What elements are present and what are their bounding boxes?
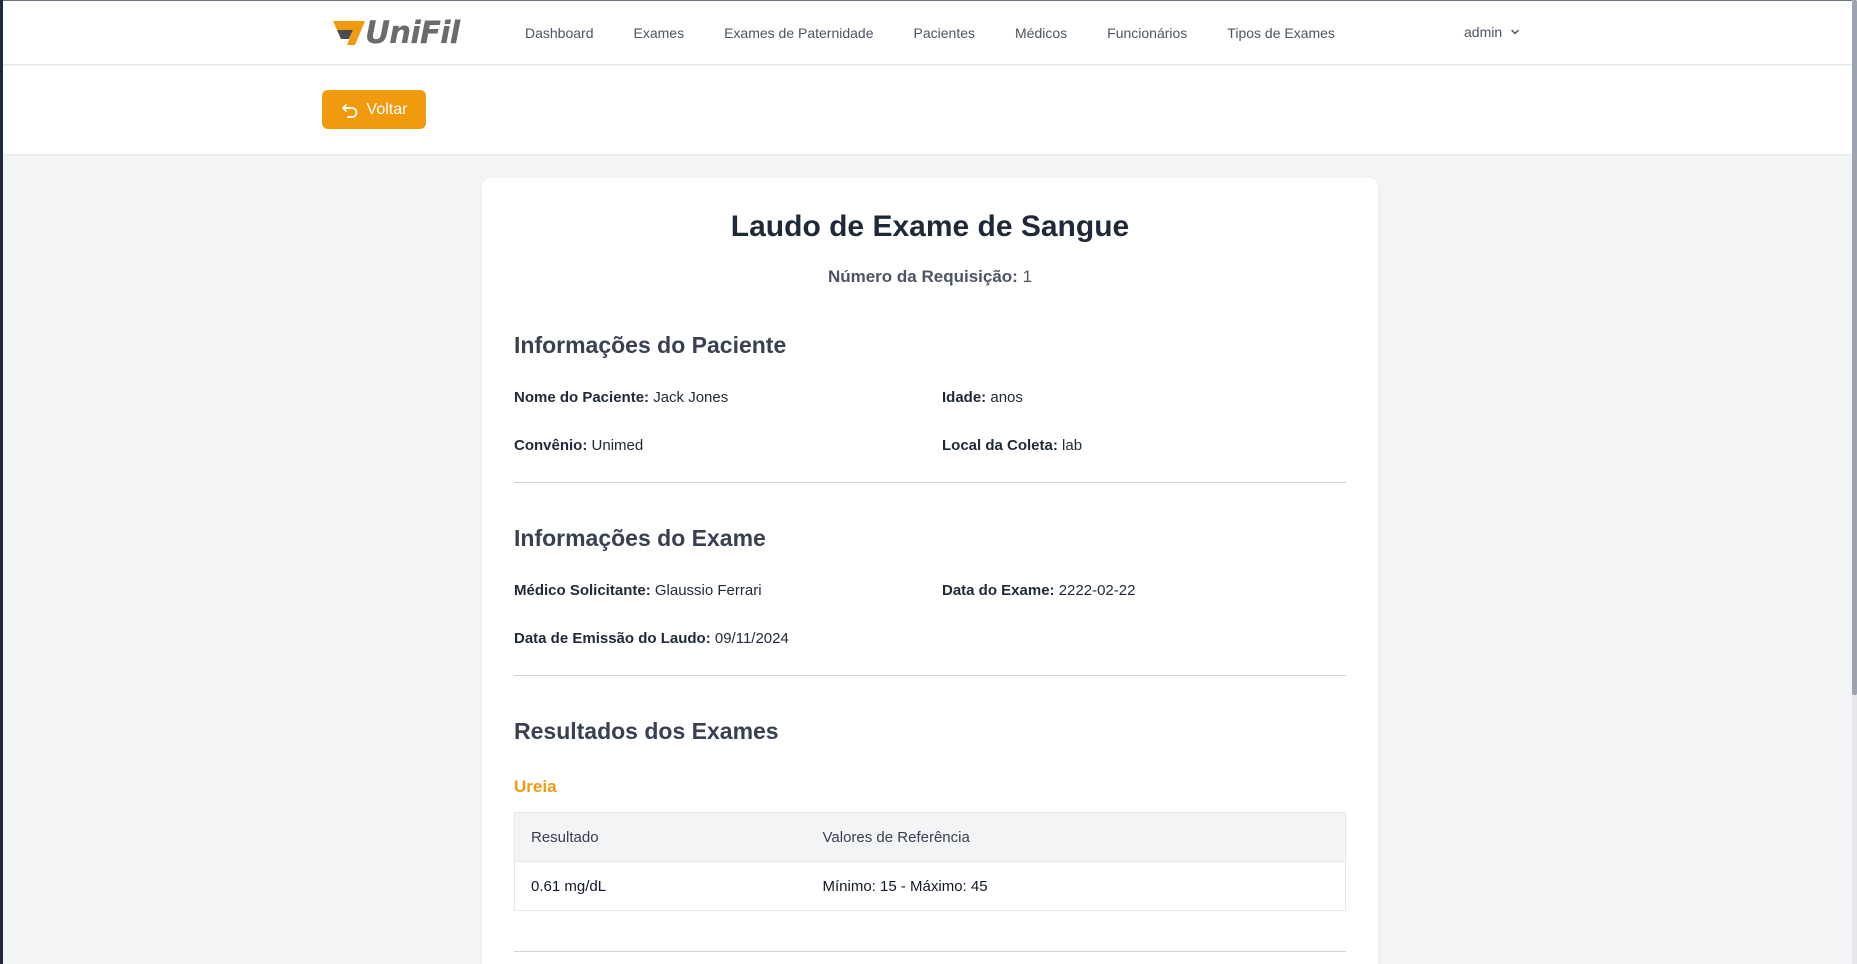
user-menu[interactable]: admin	[1464, 24, 1520, 40]
back-button[interactable]: Voltar	[322, 90, 426, 129]
exam-name-ureia: Ureia	[514, 777, 557, 796]
patient-insurance-label: Convênio:	[514, 437, 588, 454]
nav-link-pacientes[interactable]: Pacientes	[914, 25, 975, 41]
patient-insurance-field: Convênio: Unimed	[514, 437, 643, 454]
user-name: admin	[1464, 24, 1503, 40]
result-value: 0.61 mg/dL	[531, 877, 607, 895]
reference-value: Mínimo: 15 - Máximo: 45	[822, 877, 988, 895]
page-header: Voltar	[3, 66, 1852, 154]
column-header-result: Resultado	[514, 812, 807, 862]
section-divider	[514, 675, 1346, 676]
report-title: Laudo de Exame de Sangue	[730, 210, 1130, 243]
table-row: 0.61 mg/dL Mínimo: 15 - Máximo: 45	[515, 862, 1346, 911]
collection-location-field: Local da Coleta: lab	[942, 437, 1082, 454]
patient-age-field: Idade: anos	[942, 389, 1023, 406]
patient-name-label: Nome do Paciente:	[514, 389, 650, 406]
patient-section-title: Informações do Paciente	[514, 332, 787, 358]
scrollbar-thumb[interactable]	[1852, 0, 1857, 695]
exam-date-label: Data do Exame:	[942, 582, 1055, 599]
top-navbar: UniFil Dashboard Exames Exames de Patern…	[3, 1, 1852, 65]
section-divider	[514, 951, 1346, 952]
report-issue-date-label: Data de Emissão do Laudo:	[514, 630, 711, 647]
nav-link-dashboard[interactable]: Dashboard	[525, 25, 594, 41]
unifil-logo[interactable]: UniFil	[331, 15, 460, 51]
exam-date-value: 2222-02-22	[1058, 582, 1136, 599]
back-button-label: Voltar	[366, 100, 408, 118]
section-divider	[514, 482, 1346, 483]
report-issue-date-field: Data de Emissão do Laudo: 09/11/2024	[514, 630, 789, 647]
nav-link-medicos[interactable]: Médicos	[1015, 25, 1067, 41]
vertical-scrollbar[interactable]	[1852, 0, 1857, 964]
report-card: Laudo de Exame de Sangue Número da Requi…	[482, 178, 1378, 964]
requesting-doctor-label: Médico Solicitante:	[514, 582, 651, 599]
logo-text: UniFil	[365, 15, 460, 51]
patient-name-field: Nome do Paciente: Jack Jones	[514, 389, 728, 406]
patient-name-value: Jack Jones	[653, 389, 729, 406]
requisition-label: Número da Requisição:	[827, 267, 1018, 286]
requisition-value: 1	[1022, 267, 1033, 286]
report-issue-date-value: 09/11/2024	[714, 630, 789, 647]
patient-age-label: Idade:	[942, 389, 987, 406]
requesting-doctor-value: Glaussio Ferrari	[654, 582, 762, 599]
undo-arrow-icon	[341, 103, 357, 118]
results-table: Resultado Valores de Referência 0.61 mg/…	[514, 812, 1346, 911]
nav-link-tipos-exames[interactable]: Tipos de Exames	[1227, 25, 1335, 41]
exam-section-title: Informações do Exame	[514, 525, 766, 551]
nav-link-exames[interactable]: Exames	[634, 25, 685, 41]
requesting-doctor-field: Médico Solicitante: Glaussio Ferrari	[514, 582, 762, 599]
collection-location-label: Local da Coleta:	[942, 437, 1058, 454]
nav-link-funcionarios[interactable]: Funcionários	[1107, 25, 1187, 41]
patient-age-value: anos	[990, 389, 1023, 406]
table-header-row: Resultado Valores de Referência	[514, 812, 1346, 862]
requisition-number: Número da Requisição: 1	[482, 267, 1378, 287]
results-section-title: Resultados dos Exames	[514, 718, 779, 744]
patient-insurance-value: Unimed	[591, 437, 644, 454]
nav-link-exames-paternidade[interactable]: Exames de Paternidade	[724, 25, 873, 41]
collection-location-value: lab	[1062, 437, 1083, 454]
logo-mark-icon	[333, 21, 365, 45]
exam-date-field: Data do Exame: 2222-02-22	[942, 582, 1135, 599]
column-header-reference: Valores de Referência	[806, 812, 1346, 862]
nav-links: Dashboard Exames Exames de Paternidade P…	[525, 1, 1375, 65]
chevron-down-icon	[1511, 29, 1519, 35]
